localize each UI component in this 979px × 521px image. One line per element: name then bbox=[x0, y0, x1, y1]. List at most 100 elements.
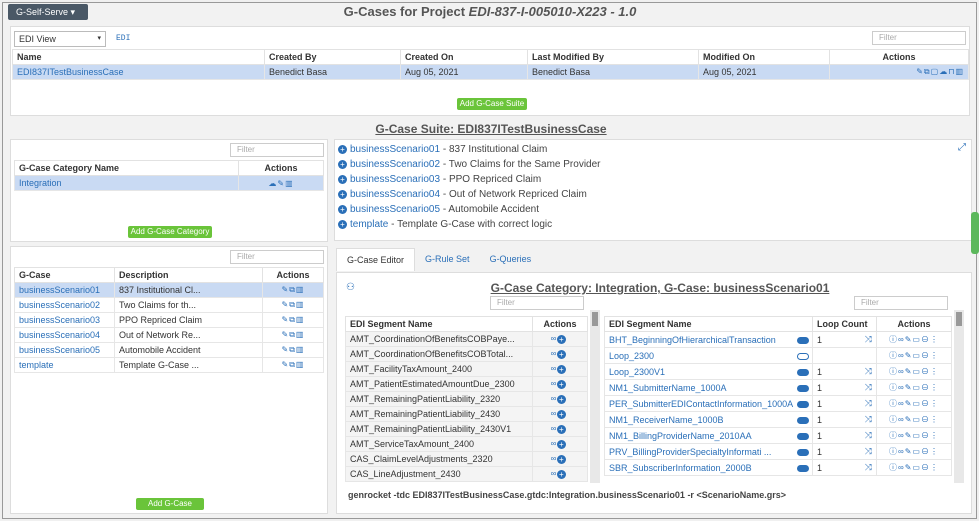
scenario-link[interactable]: businessScenario04 bbox=[350, 189, 440, 200]
table-row[interactable]: AMT_FacilityTaxAmount_2400 ∞ + bbox=[345, 361, 588, 377]
segment-name-link[interactable]: PER_SubmitterEDIContactInformation_1000A bbox=[609, 399, 793, 409]
more-icon[interactable]: ⋮ bbox=[930, 367, 939, 376]
gcase-name-link[interactable]: businessScenario03 bbox=[14, 312, 115, 328]
link-icon[interactable]: ∞ bbox=[551, 394, 558, 403]
plus-circle-icon[interactable]: + bbox=[338, 204, 347, 214]
hierarchy-icon[interactable]: ⚇ bbox=[346, 282, 355, 293]
more-icon[interactable]: ⋮ bbox=[930, 335, 939, 344]
table-row[interactable]: CAS_LineAdjustment_2430 ∞ + bbox=[345, 466, 588, 482]
link-icon[interactable]: ∞ bbox=[551, 469, 558, 478]
shuffle-icon[interactable]: ⤨ bbox=[865, 430, 872, 441]
toggle-switch[interactable] bbox=[797, 353, 809, 360]
plus-circle-icon[interactable]: + bbox=[557, 364, 567, 374]
segment-name-link[interactable]: NM1_SubmitterName_1000A bbox=[609, 383, 727, 393]
plus-circle-icon[interactable]: + bbox=[557, 349, 567, 359]
minus-circle-icon[interactable]: ⊖ bbox=[921, 415, 930, 424]
segment-name-link[interactable]: Loop_2300V1 bbox=[609, 367, 665, 377]
right-scrollbar[interactable] bbox=[954, 310, 964, 483]
table-row[interactable]: AMT_CoordinationOfBenefitsCOBTotal... ∞ + bbox=[345, 346, 588, 362]
table-row[interactable]: BHT_BeginningOfHierarchicalTransaction 1 ⤨… bbox=[604, 331, 952, 348]
toggle-switch[interactable] bbox=[797, 417, 809, 424]
tab-gcase-editor[interactable]: G-Case Editor bbox=[336, 248, 416, 271]
scenario-link[interactable]: template bbox=[350, 219, 388, 230]
plus-circle-icon[interactable]: + bbox=[338, 174, 347, 184]
minus-circle-icon[interactable]: ⊖ bbox=[921, 335, 930, 344]
trash-icon[interactable]: ▥ bbox=[296, 300, 305, 309]
toggle-switch[interactable] bbox=[797, 465, 809, 472]
shuffle-icon[interactable]: ⤨ bbox=[865, 462, 872, 473]
table-row[interactable]: AMT_ServiceTaxAmount_2400 ∞ + bbox=[345, 436, 588, 452]
link-icon[interactable]: ∞ bbox=[551, 364, 558, 373]
shuffle-icon[interactable]: ⤨ bbox=[865, 366, 872, 377]
comment-icon[interactable]: ▭ bbox=[912, 383, 921, 392]
table-row[interactable]: template Template G-Case ... ✎⧉▥ bbox=[14, 357, 324, 373]
comment-icon[interactable]: ▭ bbox=[912, 415, 921, 424]
info-icon[interactable]: ⓘ bbox=[889, 383, 898, 392]
plus-circle-icon[interactable]: + bbox=[557, 409, 567, 419]
table-row[interactable]: EDI837ITestBusinessCase Benedict Basa Au… bbox=[12, 64, 969, 80]
shuffle-icon[interactable]: ⤨ bbox=[865, 446, 872, 457]
table-row[interactable]: Integration ☁✎▥ bbox=[14, 175, 324, 191]
left-scrollbar[interactable] bbox=[590, 310, 600, 483]
expand-icon[interactable]: ⤢ bbox=[958, 142, 966, 153]
segment-name-link[interactable]: NM1_BillingProviderName_2010AA bbox=[609, 431, 752, 441]
shuffle-icon[interactable]: ⤨ bbox=[865, 414, 872, 425]
gcase-name-link[interactable]: businessScenario05 bbox=[14, 342, 115, 358]
plus-circle-icon[interactable]: + bbox=[557, 334, 567, 344]
plus-circle-icon[interactable]: + bbox=[557, 454, 567, 464]
tab-gqueries[interactable]: G-Queries bbox=[480, 248, 542, 271]
link-icon[interactable]: ∞ bbox=[898, 463, 905, 472]
table-row[interactable]: AMT_RemainingPatientLiability_2430V1 ∞ + bbox=[345, 421, 588, 437]
plus-circle-icon[interactable]: + bbox=[338, 159, 347, 169]
add-gcase-category-button[interactable]: Add G-Case Category bbox=[128, 226, 212, 238]
minus-circle-icon[interactable]: ⊖ bbox=[921, 399, 930, 408]
info-icon[interactable]: ⓘ bbox=[889, 399, 898, 408]
plus-circle-icon[interactable]: + bbox=[557, 439, 567, 449]
link-icon[interactable]: ∞ bbox=[898, 447, 905, 456]
minus-circle-icon[interactable]: ⊖ bbox=[921, 431, 930, 440]
category-filter-input[interactable]: Filter bbox=[230, 143, 324, 157]
comment-icon[interactable]: ▭ bbox=[912, 463, 921, 472]
trash-icon[interactable]: ▥ bbox=[296, 360, 305, 369]
info-icon[interactable]: ⓘ bbox=[889, 351, 898, 360]
segment-name-link[interactable]: SBR_SubscriberInformation_2000B bbox=[609, 463, 752, 473]
shuffle-icon[interactable]: ⤨ bbox=[865, 382, 872, 393]
trash-icon[interactable]: ▥ bbox=[296, 285, 305, 294]
trash-icon[interactable]: ▥ bbox=[296, 315, 305, 324]
side-handle[interactable] bbox=[971, 212, 979, 254]
plus-circle-icon[interactable]: + bbox=[557, 379, 567, 389]
link-icon[interactable]: ∞ bbox=[898, 367, 905, 376]
scenario-link[interactable]: businessScenario02 bbox=[350, 159, 440, 170]
gcase-filter-input[interactable]: Filter bbox=[230, 250, 324, 264]
link-icon[interactable]: ∞ bbox=[898, 431, 905, 440]
table-row[interactable]: businessScenario05 Automobile Accident ✎⧉▥ bbox=[14, 342, 324, 358]
cloud-icon[interactable]: ☁ bbox=[939, 67, 948, 76]
scenario-link[interactable]: businessScenario03 bbox=[350, 174, 440, 185]
trash-icon[interactable]: ▥ bbox=[296, 345, 305, 354]
toggle-switch[interactable] bbox=[797, 449, 809, 456]
table-row[interactable]: AMT_CoordinationOfBenefitsCOBPaye... ∞ + bbox=[345, 331, 588, 347]
comment-icon[interactable]: ▭ bbox=[912, 335, 921, 344]
table-row[interactable]: CAS_ClaimLevelAdjustments_2320 ∞ + bbox=[345, 451, 588, 467]
table-row[interactable]: NM1_BillingProviderName_2010AA 1 ⤨ ⓘ∞✎▭⊖⋮ bbox=[604, 427, 952, 444]
edit-icon[interactable]: ✎ bbox=[916, 67, 924, 76]
table-row[interactable]: PRV_BillingProviderSpecialtyInformati ..… bbox=[604, 443, 952, 460]
add-gcase-suite-button[interactable]: Add G-Case Suite bbox=[457, 98, 527, 110]
info-icon[interactable]: ⓘ bbox=[889, 463, 898, 472]
table-row[interactable]: PER_SubmitterEDIContactInformation_1000A… bbox=[604, 395, 952, 412]
category-integration[interactable]: Integration bbox=[14, 175, 239, 191]
g-self-serve-menu-button[interactable]: G-Self-Serve ▾ bbox=[8, 4, 88, 20]
copy-icon[interactable]: ⧉ bbox=[924, 67, 931, 76]
gcase-name-link[interactable]: template bbox=[14, 357, 115, 373]
link-icon[interactable]: ∞ bbox=[898, 399, 905, 408]
copy-icon[interactable]: ⧉ bbox=[289, 360, 296, 369]
table-row[interactable]: AMT_PatientEstimatedAmountDue_2300 ∞ + bbox=[345, 376, 588, 392]
trash-icon[interactable]: ▥ bbox=[955, 67, 964, 76]
minus-circle-icon[interactable]: ⊖ bbox=[921, 447, 930, 456]
copy-icon[interactable]: ⧉ bbox=[289, 330, 296, 339]
plus-circle-icon[interactable]: + bbox=[338, 144, 347, 154]
link-icon[interactable]: ∞ bbox=[898, 335, 905, 344]
trash-icon[interactable]: ▥ bbox=[285, 179, 294, 188]
segment-name-link[interactable]: NM1_ReceiverName_1000B bbox=[609, 415, 724, 425]
table-row[interactable]: businessScenario01 837 Institutional Cl..… bbox=[14, 282, 324, 298]
